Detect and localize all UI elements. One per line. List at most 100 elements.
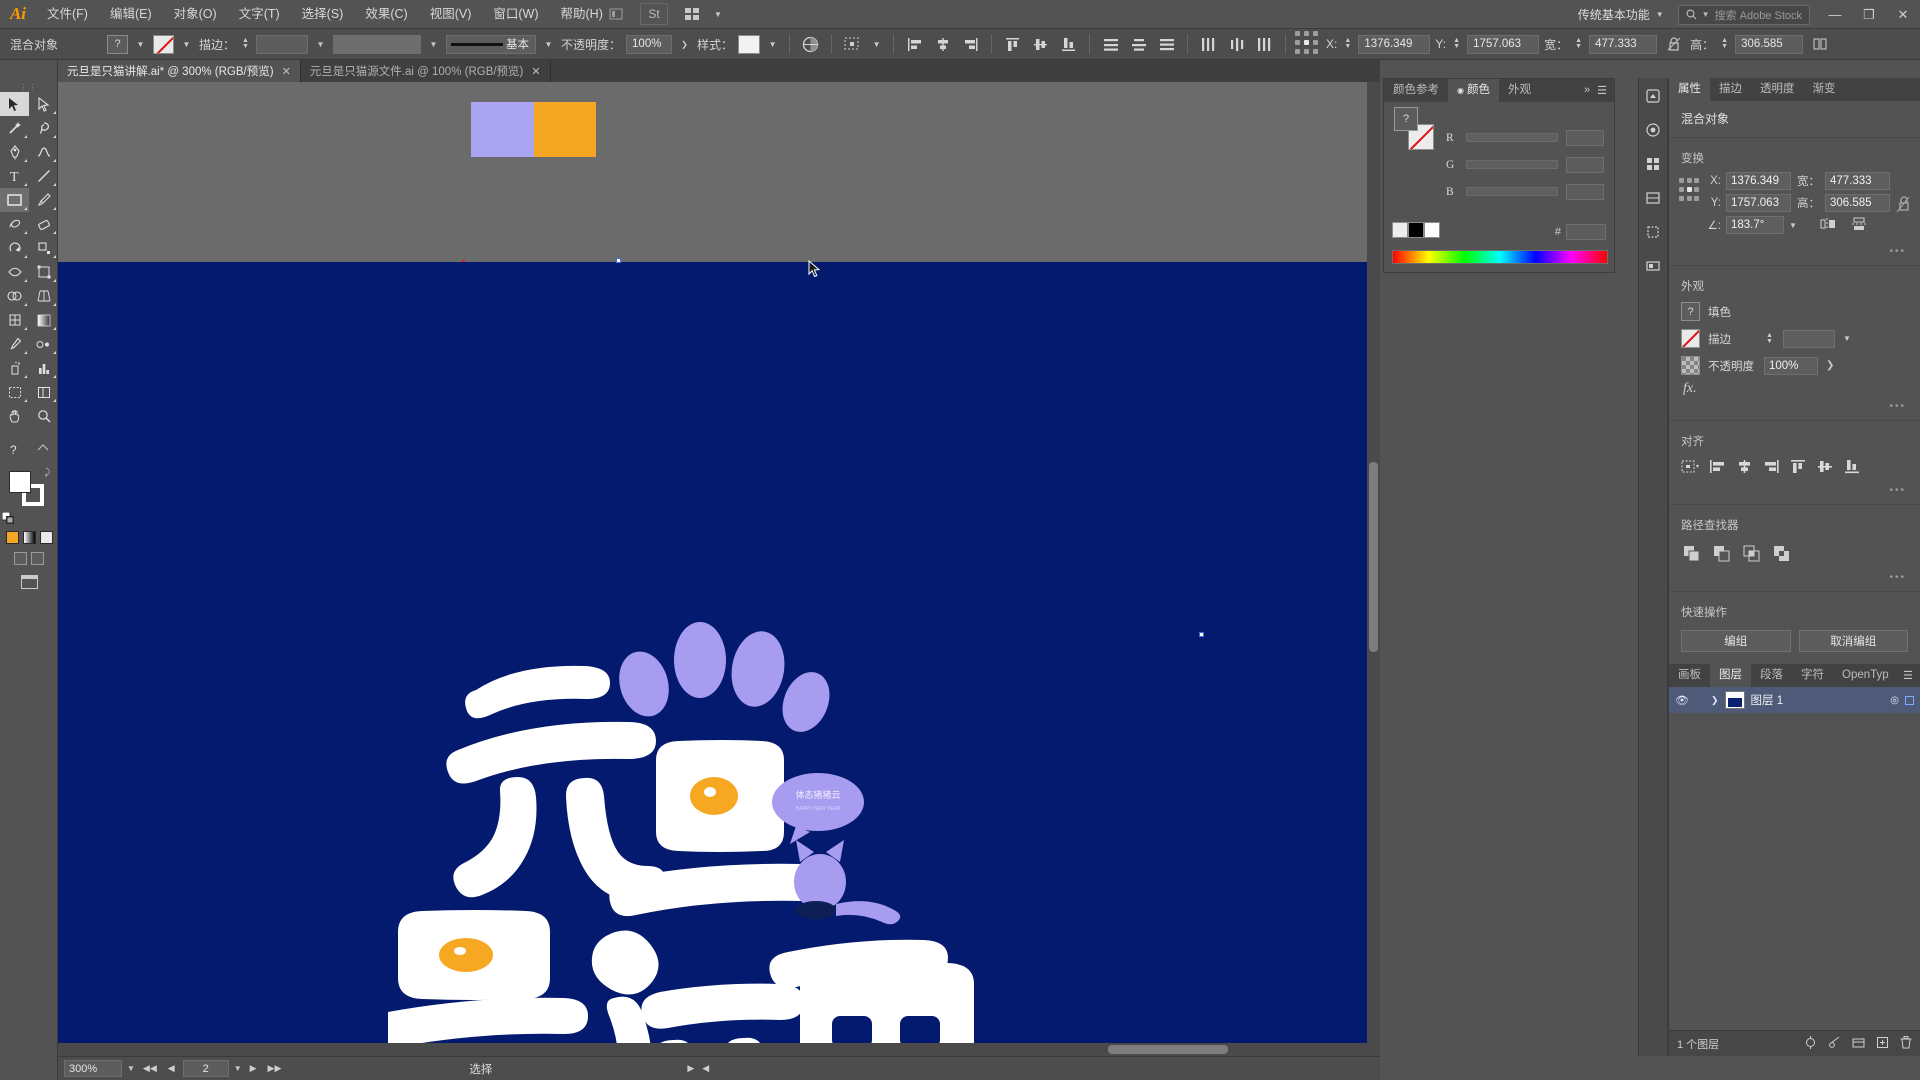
magic-wand-tool[interactable] bbox=[0, 116, 29, 140]
artboard-dropdown-icon[interactable]: ▼ bbox=[234, 1064, 242, 1073]
ref-pt-br[interactable] bbox=[1313, 49, 1319, 54]
gradient-tool[interactable] bbox=[29, 308, 58, 332]
document-tab-1[interactable]: 元旦是只猫讲解.ai* @ 300% (RGB/预览) ✕ bbox=[58, 60, 301, 82]
document-tab-2[interactable]: 元旦是只猫源文件.ai @ 100% (RGB/预览) ✕ bbox=[300, 60, 551, 82]
recolor-artwork-icon[interactable] bbox=[799, 34, 822, 55]
selection-handle-right[interactable] bbox=[1199, 632, 1204, 637]
xf-ref-tl[interactable] bbox=[1679, 178, 1684, 183]
align-left-button[interactable] bbox=[1709, 459, 1726, 477]
transform-panel-icon[interactable] bbox=[1641, 220, 1665, 244]
prop-angle-field[interactable]: 183.7° bbox=[1726, 216, 1784, 234]
stroke-profile-dropdown-icon[interactable]: ▼ bbox=[541, 35, 556, 54]
distribute-horizontal-center-icon[interactable] bbox=[1225, 34, 1248, 55]
tools-panel-grip[interactable]: ⋮⋮ bbox=[0, 82, 57, 92]
y-position-stepper[interactable]: ▲ ▼ bbox=[1451, 37, 1462, 50]
stroke-weight-dropdown-icon[interactable]: ▼ bbox=[313, 35, 328, 54]
artboard-background-rect[interactable]: 体态猪猪云 HAPPY NEW YEAR bbox=[58, 262, 1380, 1056]
pen-tool[interactable] bbox=[0, 140, 29, 164]
appearance-fill-swatch[interactable]: ? bbox=[1681, 302, 1700, 321]
rotate-tool[interactable] bbox=[0, 236, 29, 260]
eyedropper-tool[interactable] bbox=[0, 332, 29, 356]
type-tool[interactable]: T bbox=[0, 164, 29, 188]
opacity-popup-icon[interactable]: ❯ bbox=[677, 35, 692, 54]
draw-normal-icon[interactable] bbox=[14, 552, 27, 565]
color-swatch-pair[interactable] bbox=[471, 102, 596, 157]
ref-pt-mc[interactable] bbox=[1304, 40, 1310, 45]
black-swatch[interactable] bbox=[1408, 222, 1424, 238]
ref-pt-tl[interactable] bbox=[1295, 31, 1301, 36]
menu-object[interactable]: 对象(O) bbox=[163, 0, 228, 29]
opacity-field[interactable]: 100% bbox=[626, 34, 673, 54]
swatch-orange[interactable] bbox=[533, 102, 596, 157]
width-tool[interactable] bbox=[0, 260, 29, 284]
menu-view[interactable]: 视图(V) bbox=[419, 0, 483, 29]
pathfinder-more-options-icon[interactable]: ••• bbox=[1669, 570, 1920, 587]
constrain-proportions-icon[interactable] bbox=[1896, 194, 1910, 217]
none-swatch[interactable] bbox=[1392, 222, 1408, 238]
control-panel-more-icon[interactable] bbox=[1808, 34, 1831, 55]
next-artboard-icon[interactable]: ▶ bbox=[247, 1063, 260, 1074]
window-close-button[interactable]: ✕ bbox=[1886, 0, 1920, 29]
distribute-vertical-center-icon[interactable] bbox=[1127, 34, 1150, 55]
color-swatch-button[interactable] bbox=[5, 531, 19, 544]
align-top-icon[interactable] bbox=[1001, 34, 1024, 55]
blend-tool[interactable] bbox=[29, 332, 58, 356]
canvas-hscroll-thumb[interactable] bbox=[1108, 1045, 1228, 1054]
xf-ref-bl[interactable] bbox=[1679, 196, 1684, 201]
scale-tool[interactable] bbox=[29, 236, 58, 260]
prop-angle-dropdown-icon[interactable]: ▼ bbox=[1789, 221, 1797, 230]
status-next-icon[interactable]: ▶ bbox=[687, 1063, 694, 1074]
xf-ref-ml[interactable] bbox=[1679, 187, 1684, 192]
prop-w-field[interactable]: 477.333 bbox=[1825, 172, 1890, 190]
menu-edit[interactable]: 编辑(E) bbox=[99, 0, 163, 29]
search-chevron-icon[interactable]: ▼ bbox=[1702, 10, 1710, 19]
stock-search-box[interactable]: ▼ 搜索 Adobe Stock bbox=[1677, 4, 1810, 25]
flip-horizontal-icon[interactable] bbox=[1820, 217, 1836, 234]
reference-point-selector[interactable] bbox=[1295, 31, 1321, 57]
pathfinder-intersect-icon[interactable] bbox=[1743, 545, 1760, 562]
color-panel-fill-swatch[interactable]: ? bbox=[1394, 107, 1418, 131]
graphic-style-swatch[interactable] bbox=[738, 34, 761, 54]
stock-icon[interactable]: St bbox=[640, 3, 668, 25]
stroke-weight-field[interactable] bbox=[256, 34, 309, 54]
zoom-dropdown-icon[interactable]: ▼ bbox=[127, 1064, 135, 1073]
workspace-chevron-icon[interactable]: ▼ bbox=[1656, 10, 1664, 19]
ref-pt-bl[interactable] bbox=[1295, 49, 1301, 54]
color-spectrum-bar[interactable] bbox=[1392, 250, 1608, 264]
make-clipping-mask-icon[interactable] bbox=[1828, 1036, 1841, 1052]
fill-color-box[interactable] bbox=[9, 471, 31, 493]
align-to-selection-icon[interactable] bbox=[1681, 459, 1699, 477]
layer-target-circle-icon[interactable]: ◎ bbox=[1890, 695, 1899, 706]
artwork-group[interactable]: 体态猪猪云 HAPPY NEW YEAR bbox=[377, 532, 998, 1056]
align-bottom-button[interactable] bbox=[1844, 459, 1861, 477]
distribute-horizontal-left-icon[interactable] bbox=[1197, 34, 1220, 55]
prop-h-field[interactable]: 306.585 bbox=[1825, 194, 1890, 212]
x-position-field[interactable]: 1376.349 bbox=[1358, 34, 1431, 54]
stroke-variable-width-field[interactable] bbox=[333, 34, 422, 54]
layers-panel-options-icon[interactable]: ☰ bbox=[1903, 669, 1913, 682]
menu-window[interactable]: 窗口(W) bbox=[482, 0, 549, 29]
panel-options-icon[interactable]: ☰ bbox=[1597, 84, 1607, 97]
height-field[interactable]: 306.585 bbox=[1735, 34, 1804, 54]
screen-mode-icon[interactable] bbox=[20, 575, 38, 589]
x-position-stepper[interactable]: ▲ ▼ bbox=[1342, 37, 1353, 50]
eraser-tool[interactable] bbox=[29, 212, 58, 236]
stroke-profile-preview[interactable]: 基本 bbox=[446, 34, 537, 54]
window-minimize-button[interactable]: — bbox=[1818, 0, 1852, 29]
pathfinder-unite-icon[interactable] bbox=[1683, 545, 1700, 562]
layer-row[interactable]: 👁 ❯ 图层 1 ◎ bbox=[1669, 687, 1920, 713]
fill-dropdown-icon[interactable]: ▼ bbox=[133, 35, 148, 54]
status-resize-grip-icon[interactable]: ◀ bbox=[702, 1063, 709, 1074]
white-swatch[interactable] bbox=[1424, 222, 1440, 238]
zoom-level-field[interactable]: 300% bbox=[64, 1060, 122, 1077]
workspace-switcher-label[interactable]: 传统基本功能 bbox=[1572, 6, 1656, 23]
lasso-tool[interactable] bbox=[29, 116, 58, 140]
align-more-options-icon[interactable]: ••• bbox=[1669, 483, 1920, 500]
pathfinder-exclude-icon[interactable] bbox=[1773, 545, 1790, 562]
tab-layers[interactable]: 图层 bbox=[1710, 664, 1751, 687]
ref-pt-mr[interactable] bbox=[1313, 40, 1319, 45]
gradient-swatch-button[interactable] bbox=[22, 531, 36, 544]
appearance-stroke-swatch[interactable] bbox=[1681, 329, 1700, 348]
appearance-opacity-icon[interactable] bbox=[1681, 356, 1700, 375]
align-center-vertical-button[interactable] bbox=[1817, 459, 1834, 477]
